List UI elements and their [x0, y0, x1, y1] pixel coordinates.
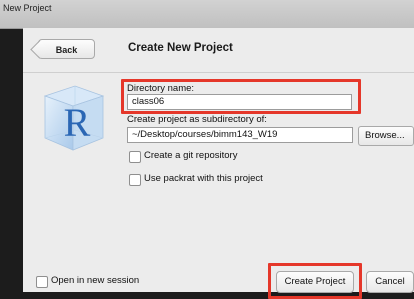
create-highlight-box — [268, 263, 362, 299]
window-title: New Project — [3, 3, 52, 13]
new-project-dialog: Back Create New Project R Directory name… — [23, 28, 414, 299]
new-session-checkbox[interactable] — [36, 276, 48, 288]
packrat-checkbox[interactable] — [129, 174, 141, 186]
browse-button[interactable]: Browse... — [358, 126, 414, 146]
window-titlebar: New Project — [0, 0, 414, 29]
directory-highlight-box — [121, 79, 361, 114]
back-button[interactable]: Back — [30, 39, 95, 59]
dialog-header: Back Create New Project — [23, 28, 414, 73]
back-arrow-icon — [30, 40, 49, 59]
r-project-cube-icon: R — [43, 85, 105, 151]
subdirectory-label: Create project as subdirectory of: — [127, 114, 267, 125]
packrat-label: Use packrat with this project — [144, 173, 263, 184]
new-session-label: Open in new session — [51, 275, 140, 286]
git-repo-checkbox[interactable] — [129, 151, 141, 163]
r-letter: R — [64, 100, 91, 145]
dialog-title: Create New Project — [128, 42, 233, 54]
git-repo-label: Create a git repository — [144, 150, 238, 161]
back-button-label: Back — [55, 45, 78, 55]
cancel-button[interactable]: Cancel — [366, 271, 414, 293]
subdirectory-input[interactable]: ~/Desktop/courses/bimm143_W19 — [127, 127, 353, 143]
